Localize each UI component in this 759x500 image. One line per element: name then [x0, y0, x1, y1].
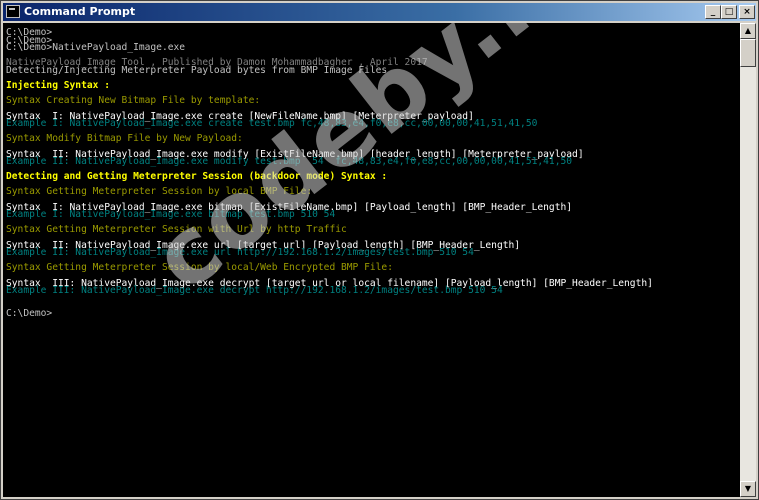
console-line: Syntax Getting Meterpreter Session with …: [6, 224, 347, 236]
console-line: Injecting Syntax :: [6, 80, 110, 92]
console-line: Syntax Modify Bitmap File by New Payload…: [6, 133, 243, 145]
console-line: Example I: NativePayload_Image.exe creat…: [6, 118, 538, 130]
maximize-button[interactable]: □: [721, 5, 737, 19]
minimize-button[interactable]: _: [705, 5, 721, 19]
vertical-scrollbar[interactable]: ▲ ▼: [740, 23, 756, 497]
console-line: C:\Demo>: [6, 307, 53, 319]
console-line: Detecting and Getting Meterpreter Sessio…: [6, 171, 388, 183]
close-button[interactable]: ×: [739, 5, 755, 19]
console-line: Example II: NativePayload_Image.exe modi…: [6, 156, 573, 168]
window-title: Command Prompt: [24, 5, 136, 18]
console-icon[interactable]: [6, 5, 20, 18]
console-output[interactable]: C:\Demo> C:\Demo> C:\Demo>NativePayload_Im…: [3, 23, 740, 497]
scroll-down-button[interactable]: ▼: [740, 481, 756, 497]
console-line: Example II: NativePayload_Image.exe url …: [6, 247, 474, 259]
title-bar[interactable]: Command Prompt _ □ ×: [3, 3, 756, 21]
console-line: Detecting/Injecting Meterpreter Payload …: [6, 64, 388, 76]
console-line: Syntax Getting Meterpreter Session by lo…: [6, 262, 393, 274]
console-text: C:\Demo> C:\Demo> C:\Demo>NativePayload_Im…: [6, 27, 653, 319]
scroll-up-button[interactable]: ▲: [740, 23, 756, 39]
console-line: C:\Demo>NativePayload_Image.exe: [6, 42, 186, 54]
console-line: Syntax Creating New Bitmap File by templ…: [6, 95, 261, 107]
scroll-thumb[interactable]: [740, 39, 756, 67]
console-line: C:\Demo>: [6, 27, 53, 38]
command-prompt-window: Command Prompt _ □ × C:\Demo> C:\Demo> C:\…: [0, 0, 759, 500]
console-line: Syntax Getting Meterpreter Session by lo…: [6, 186, 313, 198]
